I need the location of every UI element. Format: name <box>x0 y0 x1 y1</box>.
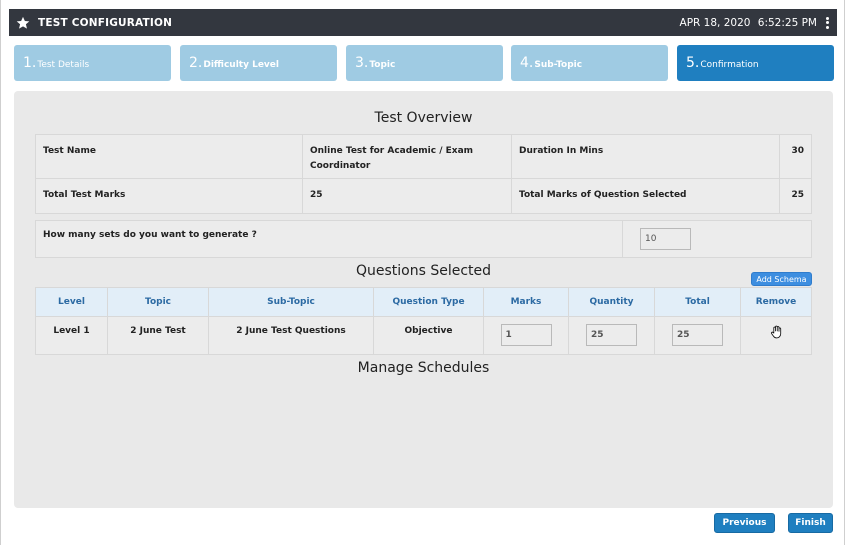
remove-hand-icon[interactable] <box>770 325 783 342</box>
overview-value: 25 <box>791 190 804 200</box>
overview-row: Test Name Online Test for Academic / Exa… <box>36 135 811 179</box>
overview-value: 30 <box>791 146 804 156</box>
step-number: 3. <box>355 55 369 71</box>
step-label: Difficulty Level <box>203 59 279 70</box>
step-label: Test Details <box>37 59 90 70</box>
column-header: Level <box>36 288 108 316</box>
cell-topic: 2 June Test <box>108 317 209 355</box>
sets-question: How many sets do you want to generate ? <box>43 230 257 240</box>
step-difficulty-level[interactable]: 2. Difficulty Level <box>180 45 337 81</box>
confirmation-panel: Test Overview Test Name Online Test for … <box>14 91 833 508</box>
column-header: Total <box>655 288 741 316</box>
sets-row: How many sets do you want to generate ? … <box>35 220 812 258</box>
top-header: TEST CONFIGURATION APR 18, 2020 6:52:25 … <box>9 9 837 36</box>
marks-input[interactable]: 1 <box>500 324 552 346</box>
overview-label: Total Marks of Question Selected <box>512 179 780 214</box>
column-header: Remove <box>755 297 797 307</box>
step-number: 4. <box>520 55 534 71</box>
step-label: Confirmation <box>700 59 759 70</box>
finish-button[interactable]: Finish <box>788 513 833 533</box>
add-schema-button[interactable]: Add Schema <box>751 272 812 286</box>
cell-marks: 1 <box>484 317 569 355</box>
previous-button[interactable]: Previous <box>714 513 775 533</box>
wizard-steps: 1. Test Details 2. Difficulty Level 3. T… <box>14 45 834 81</box>
more-menu-icon[interactable] <box>823 16 831 30</box>
questions-selected-heading: Questions Selected <box>355 263 492 279</box>
cell-total: 25 <box>655 317 741 355</box>
cell-quantity: 25 <box>569 317 655 355</box>
step-test-details[interactable]: 1. Test Details <box>14 45 171 81</box>
step-topic[interactable]: 3. Topic <box>346 45 503 81</box>
step-sub-topic[interactable]: 4. Sub-Topic <box>511 45 668 81</box>
current-time: 6:52:25 PM <box>757 16 817 29</box>
column-header: Sub-Topic <box>209 288 374 316</box>
column-header: Marks <box>484 288 569 316</box>
star-icon <box>16 16 30 30</box>
test-overview-table: Test Name Online Test for Academic / Exa… <box>35 134 812 214</box>
column-header: Topic <box>108 288 209 316</box>
column-header: Quantity <box>569 288 655 316</box>
page-title: TEST CONFIGURATION <box>38 16 173 29</box>
step-label: Sub-Topic <box>534 59 583 70</box>
manage-schedules-heading: Manage Schedules <box>357 360 490 376</box>
overview-value: 25 <box>303 179 512 214</box>
quantity-input[interactable]: 25 <box>586 324 637 346</box>
questions-table: Level Topic Sub-Topic Question Type Mark… <box>35 287 812 355</box>
total-input[interactable]: 25 <box>672 324 723 346</box>
overview-row: Total Test Marks 25 Total Marks of Quest… <box>36 179 811 214</box>
table-row: Level 1 2 June Test 2 June Test Question… <box>36 317 811 355</box>
app-frame: TEST CONFIGURATION APR 18, 2020 6:52:25 … <box>0 0 845 545</box>
current-date: APR 18, 2020 <box>679 16 751 29</box>
overview-value: Online Test for Academic / Exam Coordina… <box>303 135 512 178</box>
overview-label: Total Test Marks <box>36 179 303 214</box>
cell-question-type: Objective <box>374 317 484 355</box>
step-number: 2. <box>189 55 203 71</box>
cell-remove <box>741 317 811 355</box>
step-number: 1. <box>23 55 37 71</box>
datetime: APR 18, 2020 6:52:25 PM <box>680 17 817 29</box>
cell-subtopic: 2 June Test Questions <box>209 317 374 355</box>
column-header: Question Type <box>374 288 484 316</box>
step-label: Topic <box>369 59 396 70</box>
step-number: 5. <box>686 55 700 71</box>
cell-level: Level 1 <box>36 317 108 355</box>
test-overview-heading: Test Overview <box>374 110 473 126</box>
overview-label: Duration In Mins <box>512 135 780 178</box>
sets-count-input[interactable]: 10 <box>640 228 691 250</box>
step-confirmation[interactable]: 5. Confirmation <box>677 45 834 81</box>
table-header: Level Topic Sub-Topic Question Type Mark… <box>36 288 811 317</box>
overview-label: Test Name <box>36 135 303 178</box>
